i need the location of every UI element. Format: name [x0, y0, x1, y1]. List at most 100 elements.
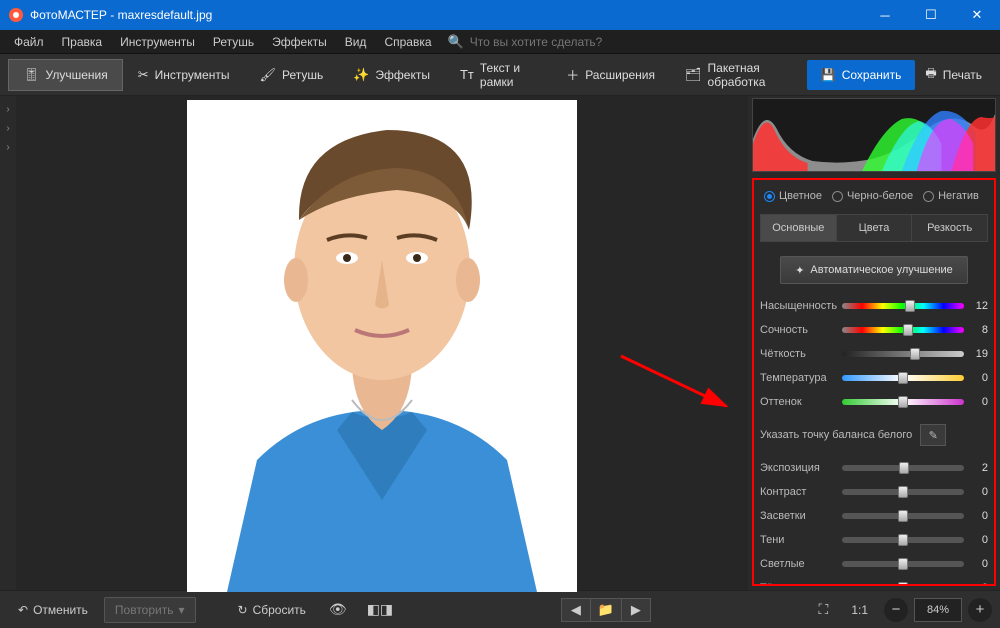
subtab-basic[interactable]: Основные [761, 215, 837, 241]
compare-button[interactable]: ◧◨ [360, 596, 400, 623]
tab-extensions[interactable]: ＋Расширения [551, 59, 670, 91]
slider-label: Температура [760, 372, 842, 384]
zoom-out-button[interactable]: − [884, 598, 908, 622]
slider-track[interactable] [842, 303, 964, 309]
menu-help[interactable]: Справка [376, 32, 439, 52]
eyedropper-icon: ✎ [929, 429, 938, 442]
tab-enhancements[interactable]: 🎚Улучшения [8, 59, 123, 91]
slider-label: Чёткость [760, 348, 842, 360]
radio-color[interactable]: Цветное [764, 190, 822, 202]
adjustments-panel: Цветное Черно-белое Негатив Основные Цве… [752, 178, 996, 586]
slider-track[interactable] [842, 351, 964, 357]
one-to-one-button[interactable]: 1:1 [841, 598, 878, 622]
radio-negative-label: Негатив [938, 190, 979, 202]
chevron-right-icon[interactable]: › [6, 104, 9, 115]
subtab-colors[interactable]: Цвета [837, 215, 913, 241]
title-bar: ФотоМАСТЕР - maxresdefault.jpg ─ ☐ ✕ [0, 0, 1000, 30]
canvas-area[interactable] [16, 96, 748, 590]
slider-track[interactable] [842, 375, 964, 381]
slider-knob[interactable] [898, 396, 908, 408]
menu-instruments[interactable]: Инструменты [112, 32, 203, 52]
slider-knob[interactable] [898, 486, 908, 498]
next-file-button[interactable]: ▶ [621, 598, 651, 622]
open-folder-button[interactable]: 📁 [591, 598, 621, 622]
menu-effects[interactable]: Эффекты [264, 32, 335, 52]
print-button[interactable]: 🖶Печать [915, 60, 992, 90]
preview-toggle-button[interactable]: 👁 [322, 596, 354, 623]
slider-row: Тёмные0 [760, 576, 988, 586]
prev-file-button[interactable]: ◀ [561, 598, 591, 622]
slider-knob[interactable] [898, 510, 908, 522]
white-balance-eyedropper-button[interactable]: ✎ [920, 424, 946, 446]
tab-effects[interactable]: ✨Эффекты [338, 59, 445, 91]
slider-knob[interactable] [898, 582, 908, 586]
slider-value: 2 [964, 462, 988, 474]
slider-value: 0 [964, 582, 988, 586]
menu-retouch[interactable]: Ретушь [205, 32, 262, 52]
tab-enhancements-label: Улучшения [46, 68, 108, 82]
brush-icon: 🖌 [259, 67, 276, 83]
slider-track[interactable] [842, 465, 964, 471]
slider-row: Температура0 [760, 366, 988, 390]
slider-knob[interactable] [898, 372, 908, 384]
right-panel: Цветное Черно-белое Негатив Основные Цве… [748, 96, 1000, 590]
save-button[interactable]: 💾Сохранить [807, 60, 916, 90]
annotation-arrow [616, 346, 736, 426]
radio-bw[interactable]: Черно-белое [832, 190, 913, 202]
tab-text[interactable]: TᴛТекст и рамки [445, 59, 551, 91]
plus-icon: ＋ [566, 65, 579, 84]
slider-knob[interactable] [910, 348, 920, 360]
print-icon: 🖶 [925, 64, 936, 85]
menu-edit[interactable]: Правка [54, 32, 111, 52]
tab-retouch[interactable]: 🖌 Ретушь [244, 59, 338, 91]
redo-button[interactable]: Повторить ▾ [104, 597, 196, 623]
menu-file[interactable]: Файл [6, 32, 52, 52]
reset-label: Сбросить [253, 603, 306, 617]
slider-knob[interactable] [898, 558, 908, 570]
eye-icon: 👁 [329, 601, 347, 618]
white-balance-label: Указать точку баланса белого [760, 429, 912, 441]
undo-icon: ↶ [18, 603, 28, 617]
slider-track[interactable] [842, 399, 964, 405]
chevron-right-icon[interactable]: › [6, 123, 9, 134]
auto-enhance-button[interactable]: ✦ Автоматическое улучшение [780, 256, 968, 284]
slider-track[interactable] [842, 585, 964, 586]
menu-view[interactable]: Вид [337, 32, 375, 52]
wand-icon: ✦ [795, 264, 804, 277]
reset-button[interactable]: ↻Сбросить [228, 598, 316, 622]
slider-track[interactable] [842, 561, 964, 567]
slider-track[interactable] [842, 327, 964, 333]
slider-knob[interactable] [898, 534, 908, 546]
zoom-in-button[interactable]: + [968, 598, 992, 622]
histogram[interactable] [752, 98, 996, 172]
slider-row: Оттенок0 [760, 390, 988, 414]
zoom-value[interactable]: 84% [914, 598, 962, 622]
slider-track[interactable] [842, 489, 964, 495]
compare-icon: ◧◨ [367, 601, 393, 618]
slider-knob[interactable] [903, 324, 913, 336]
slider-label: Экспозиция [760, 462, 842, 474]
tab-batch[interactable]: 🗂Пакетная обработка [670, 59, 807, 91]
tab-tools[interactable]: ✂Инструменты [123, 59, 245, 91]
subtab-sharp[interactable]: Резкость [912, 215, 987, 241]
slider-label: Засветки [760, 510, 842, 522]
photo-canvas[interactable] [187, 100, 577, 592]
fit-screen-button[interactable]: ⛶ [812, 596, 836, 623]
app-logo-icon [8, 7, 24, 23]
window-minimize-button[interactable]: ─ [862, 0, 908, 30]
search-input[interactable] [470, 35, 670, 49]
window-maximize-button[interactable]: ☐ [908, 0, 954, 30]
window-close-button[interactable]: ✕ [954, 0, 1000, 30]
slider-label: Контраст [760, 486, 842, 498]
tab-retouch-label: Ретушь [282, 68, 323, 82]
slider-track[interactable] [842, 537, 964, 543]
radio-negative[interactable]: Негатив [923, 190, 979, 202]
slider-knob[interactable] [905, 300, 915, 312]
chevron-down-icon: ▾ [178, 603, 184, 617]
undo-button[interactable]: ↶Отменить [8, 598, 98, 622]
slider-knob[interactable] [899, 462, 909, 474]
chevron-right-icon[interactable]: › [6, 142, 9, 153]
search-icon: 🔍 [448, 34, 464, 50]
slider-value: 0 [964, 396, 988, 408]
slider-track[interactable] [842, 513, 964, 519]
